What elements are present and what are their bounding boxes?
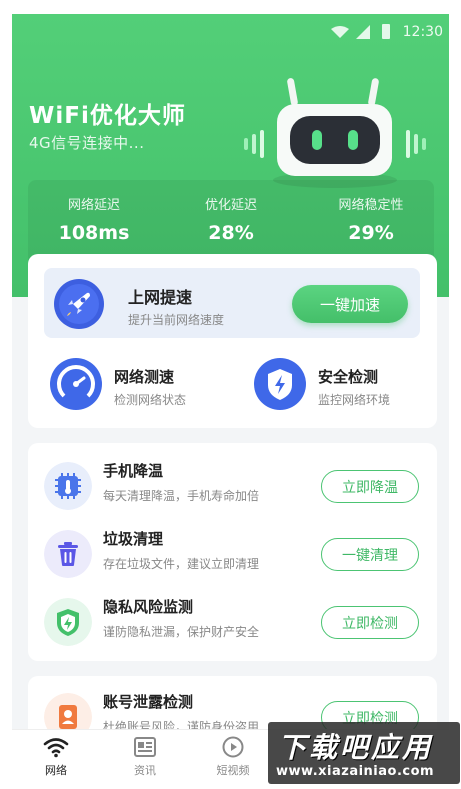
feature-title: 账号泄露检测: [103, 693, 194, 711]
stat-stability: 网络稳定性 29%: [311, 194, 431, 244]
feature-title: 手机降温: [103, 462, 164, 480]
cool-now-button[interactable]: 立即降温: [321, 470, 419, 503]
feature-list-card: 手机降温 每天清理降温，手机寿命加倍 立即降温 垃圾清理 存在垃圾文件，建议立即…: [28, 443, 437, 661]
battery-icon: [382, 24, 390, 39]
signal-icon: [356, 25, 370, 39]
tab-label: 短视频: [216, 764, 250, 777]
one-click-clean-button[interactable]: 一键清理: [321, 538, 419, 571]
watermark-logo-text: 下载吧应用: [278, 731, 434, 764]
tab-news[interactable]: 资讯: [110, 736, 180, 778]
rocket-icon: [54, 279, 104, 329]
app-screen: 12:30 WiFi优化大师 4G信号连接中... 网络延迟 108ms 优化延…: [12, 14, 449, 784]
tab-label: 网络: [45, 764, 67, 777]
watermark-url: www.xiazainiao.com: [276, 764, 435, 779]
feature-desc: 每天清理降温，手机寿命加倍: [103, 489, 260, 503]
list-item-privacy-risk[interactable]: 隐私风险监测 谨防隐私泄漏，保护财产安全 立即检测: [28, 587, 437, 655]
security-check-item[interactable]: 安全检测 监控网络环境: [254, 358, 444, 414]
security-check-title: 安全检测: [318, 368, 379, 386]
stat-latency: 网络延迟 108ms: [34, 194, 154, 244]
stat-value: 29%: [348, 222, 394, 244]
speed-test-item[interactable]: 网络测速 检测网络状态: [50, 358, 240, 414]
feature-title: 垃圾清理: [103, 530, 164, 548]
stat-label: 优化延迟: [204, 198, 257, 213]
speedometer-icon: [50, 358, 102, 410]
status-time: 12:30: [402, 24, 443, 40]
tab-label: 资讯: [134, 764, 156, 777]
feature-desc: 存在垃圾文件，建议立即清理: [103, 557, 260, 571]
boost-title: 上网提速: [128, 288, 193, 307]
news-icon: [134, 737, 156, 757]
boost-desc: 提升当前网络速度: [128, 313, 225, 327]
trash-icon: [44, 530, 92, 578]
one-click-boost-button[interactable]: 一键加速: [292, 285, 408, 323]
tab-network[interactable]: 网络: [21, 736, 91, 778]
speed-test-title: 网络测速: [114, 368, 175, 386]
robot-mascot-icon: [244, 78, 426, 188]
stat-label: 网络稳定性: [338, 198, 404, 213]
security-check-desc: 监控网络环境: [318, 393, 391, 407]
stat-value: 108ms: [58, 222, 130, 244]
play-icon: [222, 736, 244, 758]
boost-card: 上网提速 提升当前网络速度 一键加速 网络测速 检测网络状态 安全检测 监控网络…: [28, 254, 437, 428]
stat-label: 网络延迟: [67, 198, 120, 213]
privacy-check-button[interactable]: 立即检测: [321, 606, 419, 639]
shield-check-icon: [44, 598, 92, 646]
wifi-icon: [43, 738, 69, 758]
list-item-junk-clean[interactable]: 垃圾清理 存在垃圾文件，建议立即清理 一键清理: [28, 519, 437, 587]
stat-optimized: 优化延迟 28%: [171, 194, 291, 244]
speed-test-desc: 检测网络状态: [114, 393, 187, 407]
list-item-cooling[interactable]: 手机降温 每天清理降温，手机寿命加倍 立即降温: [28, 451, 437, 519]
wifi-status-icon: [331, 26, 349, 38]
feature-desc: 谨防隐私泄漏，保护财产安全: [103, 625, 260, 639]
status-bar: 12:30: [12, 14, 449, 50]
stat-value: 28%: [208, 222, 254, 244]
site-watermark: 下载吧应用 www.xiazainiao.com: [268, 722, 460, 784]
chip-thermometer-icon: [44, 462, 92, 510]
boost-panel[interactable]: 上网提速 提升当前网络速度 一键加速: [44, 268, 420, 338]
app-title: WiFi优化大师: [29, 103, 186, 129]
shield-bolt-icon: [254, 358, 306, 410]
connection-status: 4G信号连接中...: [29, 134, 145, 152]
tab-short-video[interactable]: 短视频: [198, 736, 268, 778]
feature-title: 隐私风险监测: [103, 598, 194, 616]
